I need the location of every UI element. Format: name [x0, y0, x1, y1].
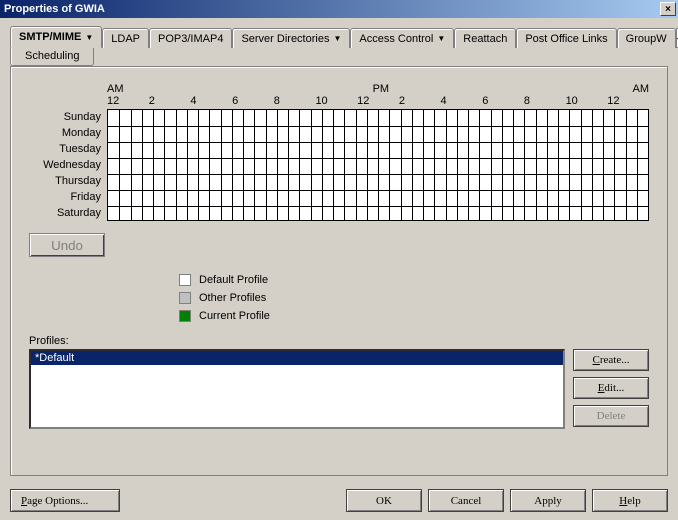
undo-button: Undo	[29, 233, 105, 257]
legend-label: Other Profiles	[199, 292, 266, 304]
sub-tab-label: Scheduling	[25, 50, 79, 62]
legend-label: Current Profile	[199, 310, 270, 322]
tab-label: Reattach	[463, 33, 507, 45]
close-button[interactable]: ×	[660, 2, 676, 16]
window-title: Properties of GWIA	[4, 3, 660, 15]
pm-label: PM	[373, 83, 390, 95]
tab-smtp-mime[interactable]: SMTP/MIME ▼	[10, 26, 102, 48]
profiles-label: Profiles:	[29, 335, 649, 347]
cancel-button[interactable]: Cancel	[428, 489, 504, 512]
schedule-area: Sunday Monday Tuesday Wednesday Thursday…	[29, 83, 649, 221]
profiles-listbox[interactable]: *Default	[29, 349, 565, 429]
apply-button[interactable]: Apply	[510, 489, 586, 512]
day-label: Thursday	[29, 173, 101, 189]
tab-ldap[interactable]: LDAP	[102, 28, 149, 48]
ok-button[interactable]: OK	[346, 489, 422, 512]
tab-label: SMTP/MIME	[19, 31, 81, 43]
close-icon: ×	[665, 4, 671, 15]
legend-label: Default Profile	[199, 274, 268, 286]
am-label: AM	[633, 83, 650, 95]
chevron-down-icon: ▼	[333, 34, 341, 43]
sub-tab-scheduling[interactable]: Scheduling	[10, 47, 94, 66]
chevron-down-icon: ▼	[437, 34, 445, 43]
tab-server-directories[interactable]: Server Directories ▼	[232, 28, 350, 48]
create-button[interactable]: Create...	[573, 349, 649, 371]
tab-label: Post Office Links	[525, 33, 607, 45]
legend: Default Profile Other Profiles Current P…	[179, 271, 649, 325]
swatch-current-icon	[179, 310, 191, 322]
day-label: Monday	[29, 125, 101, 141]
tab-pop3-imap4[interactable]: POP3/IMAP4	[149, 28, 232, 48]
edit-button[interactable]: Edit...	[573, 377, 649, 399]
grid-header: AM PM AM 122468101224681012	[107, 83, 649, 109]
schedule-grid[interactable]	[107, 109, 649, 221]
day-label: Sunday	[29, 109, 101, 125]
day-label: Wednesday	[29, 157, 101, 173]
day-labels: Sunday Monday Tuesday Wednesday Thursday…	[29, 83, 101, 221]
tab-label: GroupW	[626, 33, 667, 45]
tab-label: Access Control	[359, 33, 433, 45]
day-label: Tuesday	[29, 141, 101, 157]
help-button[interactable]: Help	[592, 489, 668, 512]
tab-row: SMTP/MIME ▼ LDAP POP3/IMAP4 Server Direc…	[10, 26, 668, 48]
tab-post-office-links[interactable]: Post Office Links	[516, 28, 616, 48]
swatch-other-icon	[179, 292, 191, 304]
list-item[interactable]: *Default	[31, 351, 563, 365]
page-options-button[interactable]: Page Options...	[10, 489, 120, 512]
am-label: AM	[107, 83, 124, 95]
tab-reattach[interactable]: Reattach	[454, 28, 516, 48]
day-label: Saturday	[29, 205, 101, 221]
panel-scheduling: Sunday Monday Tuesday Wednesday Thursday…	[10, 66, 668, 476]
day-label: Friday	[29, 189, 101, 205]
tab-label: Server Directories	[241, 33, 329, 45]
swatch-default-icon	[179, 274, 191, 286]
bottom-bar: Page Options... OK Cancel Apply Help	[10, 489, 668, 512]
sub-tab-row: Scheduling	[10, 47, 668, 66]
delete-button: Delete	[573, 405, 649, 427]
tab-label: POP3/IMAP4	[158, 33, 223, 45]
title-bar: Properties of GWIA ×	[0, 0, 678, 18]
tab-access-control[interactable]: Access Control ▼	[350, 28, 454, 48]
tab-groupwise[interactable]: GroupW	[617, 28, 676, 48]
tab-label: LDAP	[111, 33, 140, 45]
chevron-down-icon: ▼	[85, 33, 93, 42]
hour-numbers: 122468101224681012	[107, 95, 649, 107]
